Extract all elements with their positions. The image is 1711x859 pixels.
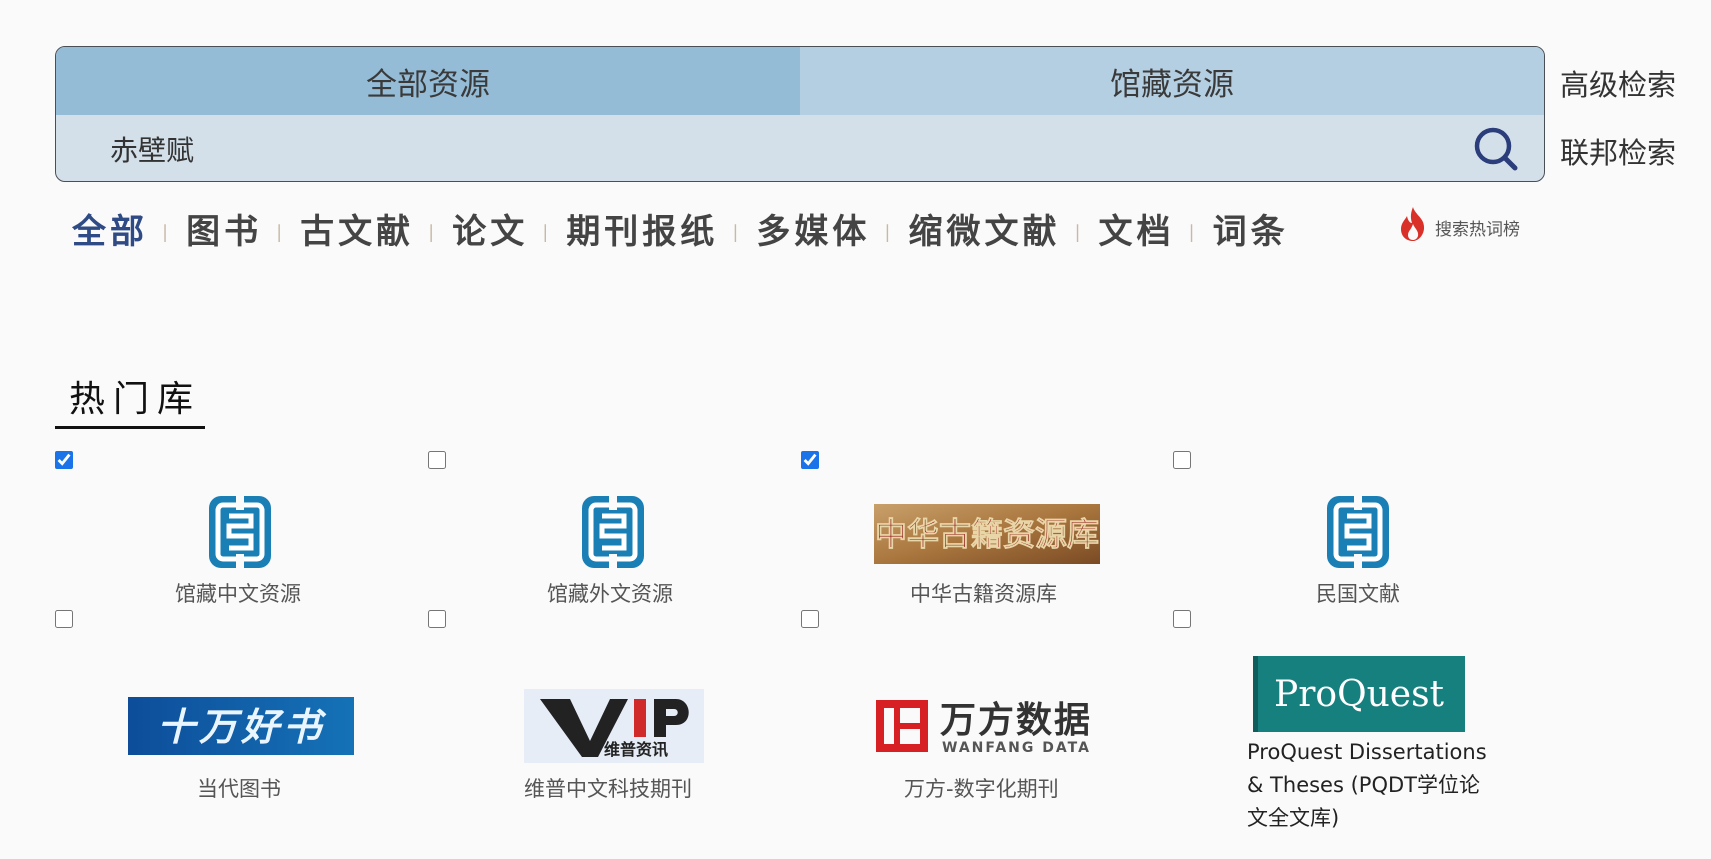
database-checkbox[interactable]	[801, 610, 819, 628]
category-nav: 全部 | 图书 | 古文献 | 论文 | 期刊报纸 | 多媒体 | 缩微文献 |…	[72, 204, 1289, 253]
shiwan-haoshu-logo-text: 十万好书	[157, 705, 327, 749]
zhonghua-guji-logo-text: 中华古籍资源库	[875, 515, 1099, 553]
proquest-logo-text: ProQuest	[1274, 674, 1445, 715]
search-query-text[interactable]: 赤壁赋	[110, 129, 194, 169]
database-card: ProQuest ProQuest Dissertations & Theses…	[1173, 610, 1545, 850]
category-documents[interactable]: 文档	[1099, 204, 1175, 253]
advanced-search-link[interactable]: 高级检索	[1560, 62, 1676, 104]
separator: |	[276, 222, 287, 243]
category-ancient-documents[interactable]: 古文献	[300, 204, 414, 253]
separator: |	[542, 222, 553, 243]
database-name[interactable]: 民国文献	[1316, 578, 1400, 608]
category-microfilm[interactable]: 缩微文献	[908, 204, 1060, 253]
tab-all-resources[interactable]: 全部资源	[56, 47, 800, 115]
separator: |	[162, 222, 173, 243]
database-name[interactable]: 万方-数字化期刊	[904, 773, 1059, 803]
nlc-logo-icon[interactable]	[1325, 494, 1391, 570]
database-name[interactable]: ProQuest Dissertations & Theses (PQDT学位论…	[1247, 736, 1487, 835]
resource-tabs: 全部资源 馆藏资源	[56, 47, 1544, 115]
category-periodicals[interactable]: 期刊报纸	[566, 204, 718, 253]
database-card: 民国文献	[1173, 451, 1545, 611]
category-entries[interactable]: 词条	[1213, 204, 1289, 253]
zhonghua-guji-logo-icon[interactable]: 中华古籍资源库	[874, 504, 1100, 564]
nlc-logo-icon[interactable]	[580, 494, 646, 570]
database-checkbox[interactable]	[801, 451, 819, 469]
separator: |	[1074, 222, 1085, 243]
database-card: 十万好书 当代图书	[55, 610, 427, 840]
database-name[interactable]: 维普中文科技期刊	[524, 773, 692, 803]
shiwan-haoshu-logo-icon[interactable]: 十万好书	[128, 697, 354, 755]
search-box: 全部资源 馆藏资源 赤壁赋	[55, 46, 1545, 182]
hot-search-label: 搜索热词榜	[1435, 220, 1520, 240]
database-card: 馆藏外文资源	[428, 451, 800, 611]
wanfang-logo-subtext: WANFANG DATA	[942, 740, 1091, 756]
database-card: 馆藏中文资源	[55, 451, 427, 611]
database-checkbox[interactable]	[428, 451, 446, 469]
wanfang-logo-text: 万方数据	[940, 700, 1092, 741]
separator: |	[428, 222, 439, 243]
database-checkbox[interactable]	[428, 610, 446, 628]
separator: |	[884, 222, 895, 243]
tab-library-resources[interactable]: 馆藏资源	[800, 47, 1544, 115]
federated-search-link[interactable]: 联邦检索	[1560, 130, 1676, 172]
vip-logo-subtext: 维普资讯	[604, 740, 668, 759]
wanfang-logo-icon[interactable]: 万方数据 WANFANG DATA	[874, 694, 1100, 758]
database-checkbox[interactable]	[1173, 610, 1191, 628]
category-theses[interactable]: 论文	[452, 204, 528, 253]
category-all[interactable]: 全部	[72, 204, 148, 253]
vip-logo-icon[interactable]: 维普资讯	[524, 689, 704, 763]
hot-search-link[interactable]: 搜索热词榜	[1397, 206, 1520, 242]
category-books[interactable]: 图书	[186, 204, 262, 253]
database-name[interactable]: 当代图书	[197, 773, 281, 803]
proquest-logo-icon[interactable]: ProQuest	[1253, 656, 1465, 732]
database-card: 维普资讯 维普中文科技期刊	[428, 610, 800, 840]
database-name[interactable]: 馆藏中文资源	[175, 578, 301, 608]
database-checkbox[interactable]	[55, 610, 73, 628]
popular-databases-title: 热门库	[55, 370, 205, 429]
database-name[interactable]: 馆藏外文资源	[547, 578, 673, 608]
database-name[interactable]: 中华古籍资源库	[910, 578, 1057, 608]
nlc-logo-icon[interactable]	[207, 494, 273, 570]
search-icon[interactable]	[1472, 125, 1522, 175]
separator: |	[1188, 222, 1199, 243]
flame-icon	[1401, 207, 1425, 241]
database-card: 中华古籍资源库 中华古籍资源库	[801, 451, 1173, 611]
database-checkbox[interactable]	[55, 451, 73, 469]
database-checkbox[interactable]	[1173, 451, 1191, 469]
separator: |	[732, 222, 743, 243]
search-input[interactable]: 赤壁赋	[56, 115, 1544, 181]
category-multimedia[interactable]: 多媒体	[756, 204, 870, 253]
database-card: 万方数据 WANFANG DATA 万方-数字化期刊	[801, 610, 1173, 840]
